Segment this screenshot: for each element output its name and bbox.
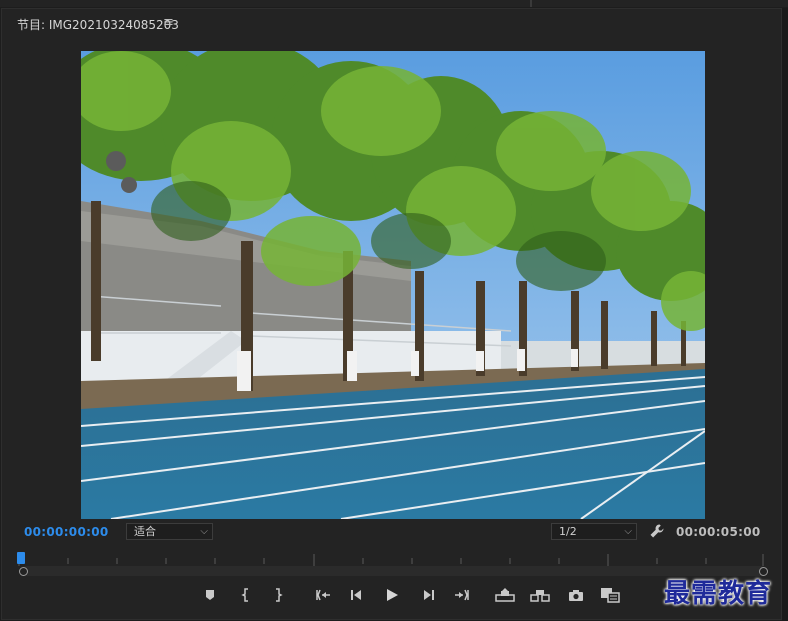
- comparison-view-icon[interactable]: [599, 584, 621, 606]
- panel-edge: [782, 8, 788, 621]
- zoom-scroll-left-handle[interactable]: [19, 567, 28, 576]
- add-marker-icon[interactable]: [199, 584, 221, 606]
- settings-wrench-icon[interactable]: [649, 523, 665, 539]
- current-timecode[interactable]: 00:00:00:00: [24, 525, 109, 539]
- play-icon[interactable]: [381, 584, 403, 606]
- panel-menu-icon[interactable]: ≡: [163, 15, 174, 30]
- program-monitor-tab-title[interactable]: 节目: IMG20210324085203: [17, 16, 179, 33]
- panel-divider[interactable]: [530, 0, 532, 7]
- camera-icon[interactable]: [565, 584, 587, 606]
- program-video-frame[interactable]: [81, 51, 705, 519]
- watermark-logo-text: 最需教育: [664, 579, 773, 609]
- campus-track-image: [81, 51, 705, 519]
- playback-resolution-value: 1/2: [559, 525, 577, 538]
- duration-timecode: 00:00:05:00: [676, 525, 761, 539]
- mark-in-icon[interactable]: [235, 584, 257, 606]
- zoom-scroll-bar[interactable]: [22, 566, 766, 576]
- go-to-in-icon[interactable]: [312, 584, 334, 606]
- step-back-icon[interactable]: [346, 584, 368, 606]
- go-to-out-icon[interactable]: [451, 584, 473, 606]
- zoom-level-value: 适合: [134, 525, 156, 538]
- mark-out-icon[interactable]: [267, 584, 289, 606]
- lift-icon[interactable]: [494, 584, 516, 606]
- chevron-down-icon: ⌵: [200, 526, 208, 537]
- extract-icon[interactable]: [529, 584, 551, 606]
- zoom-level-dropdown[interactable]: 适合 ⌵: [126, 523, 213, 540]
- chevron-down-icon: ⌵: [624, 526, 632, 537]
- step-forward-icon[interactable]: [417, 584, 439, 606]
- playhead[interactable]: [17, 552, 25, 564]
- top-panel-strip: [0, 0, 788, 7]
- playback-resolution-dropdown[interactable]: 1/2 ⌵: [551, 523, 637, 540]
